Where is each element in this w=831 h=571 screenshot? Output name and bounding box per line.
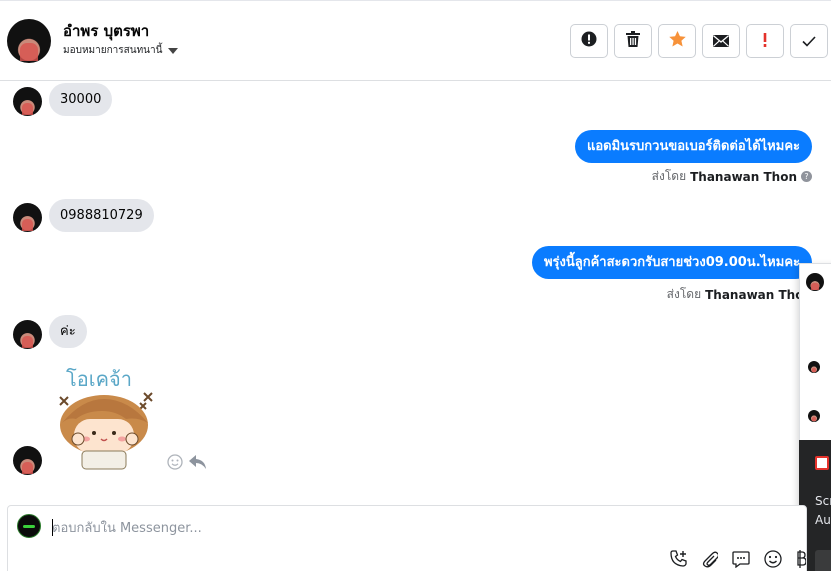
contact-avatar[interactable] xyxy=(7,19,51,63)
sent-by-label: ส่งโดย Thanawan Thon xyxy=(667,285,812,304)
incoming-message[interactable]: ค่ะ xyxy=(49,315,87,348)
notification-button[interactable] xyxy=(815,550,831,571)
check-icon xyxy=(802,32,816,51)
outgoing-message[interactable]: พรุ่งนี้ลูกค้าสะดวกรับสายช่วง09.00น.ไหมค… xyxy=(531,246,812,279)
payment-icon[interactable] xyxy=(796,550,806,568)
mark-unread-button[interactable] xyxy=(702,24,740,58)
emoji-icon[interactable] xyxy=(764,550,782,568)
alert-icon xyxy=(581,31,597,51)
spam-button[interactable] xyxy=(570,24,608,58)
sender-avatar[interactable] xyxy=(13,320,42,349)
incoming-message[interactable]: 30000 xyxy=(49,83,113,116)
sticker-message[interactable]: โอเคจ้า xyxy=(52,363,162,471)
help-icon[interactable]: ? xyxy=(801,171,812,182)
reply-arrow-icon[interactable] xyxy=(189,454,206,474)
sent-by-name: Thanawan Thon xyxy=(690,169,797,184)
message-actions xyxy=(167,454,206,474)
react-smiley-icon[interactable] xyxy=(167,454,183,474)
page-avatar xyxy=(17,514,41,538)
done-button[interactable] xyxy=(790,24,828,58)
trash-icon xyxy=(626,31,640,51)
sender-avatar[interactable] xyxy=(13,446,42,475)
star-button[interactable] xyxy=(658,24,696,58)
outgoing-message[interactable]: แอดมินรบกวนขอเบอร์ติดต่อได้ไหมคะ xyxy=(574,130,812,163)
incoming-message[interactable]: 0988810729 xyxy=(49,199,154,232)
saved-reply-icon[interactable] xyxy=(732,550,750,568)
contact-name[interactable]: อำพร บุตรพา xyxy=(63,19,149,43)
text-cursor xyxy=(52,519,53,536)
mail-icon xyxy=(713,32,729,51)
inbox-conversation: อำพร บุตรพา มอบหมายการสนทนานี้ 30000 แอด… xyxy=(0,0,831,571)
conversation-header: อำพร บุตรพา มอบหมายการสนทนานี้ xyxy=(0,0,831,81)
header-toolbar xyxy=(570,24,828,58)
sender-avatar[interactable] xyxy=(13,203,42,232)
sent-by-prefix: ส่งโดย xyxy=(666,287,702,301)
panel-avatar xyxy=(806,273,824,291)
delete-button[interactable] xyxy=(614,24,652,58)
message-thread: 30000 แอดมินรบกวนขอเบอร์ติดต่อได้ไหมคะ ส… xyxy=(0,81,831,506)
notification-title: Scr xyxy=(815,494,831,508)
important-button[interactable] xyxy=(746,24,784,58)
reply-composer xyxy=(7,505,807,571)
notification-subtitle: Au xyxy=(815,513,831,527)
app-icon xyxy=(815,456,829,470)
phone-add-icon[interactable] xyxy=(670,550,688,568)
reply-input[interactable] xyxy=(52,518,652,538)
sent-by-label: ส่งโดย Thanawan Thon ? xyxy=(652,167,812,186)
caret-down-icon xyxy=(168,47,179,54)
composer-tools xyxy=(670,550,806,568)
star-icon xyxy=(668,31,686,51)
assign-label: มอบหมายการสนทนานี้ xyxy=(63,45,163,56)
attachment-icon[interactable] xyxy=(702,550,718,568)
sent-by-prefix: ส่งโดย xyxy=(651,169,687,183)
panel-avatar-small xyxy=(808,410,820,422)
sender-avatar[interactable] xyxy=(13,87,42,116)
sent-by-name: Thanawan Thon xyxy=(705,287,812,302)
exclamation-icon xyxy=(763,32,767,51)
sticker-text: โอเคจ้า xyxy=(66,367,132,391)
panel-avatar-small xyxy=(808,361,820,373)
assign-conversation-dropdown[interactable]: มอบหมายการสนทนานี้ xyxy=(63,43,179,58)
